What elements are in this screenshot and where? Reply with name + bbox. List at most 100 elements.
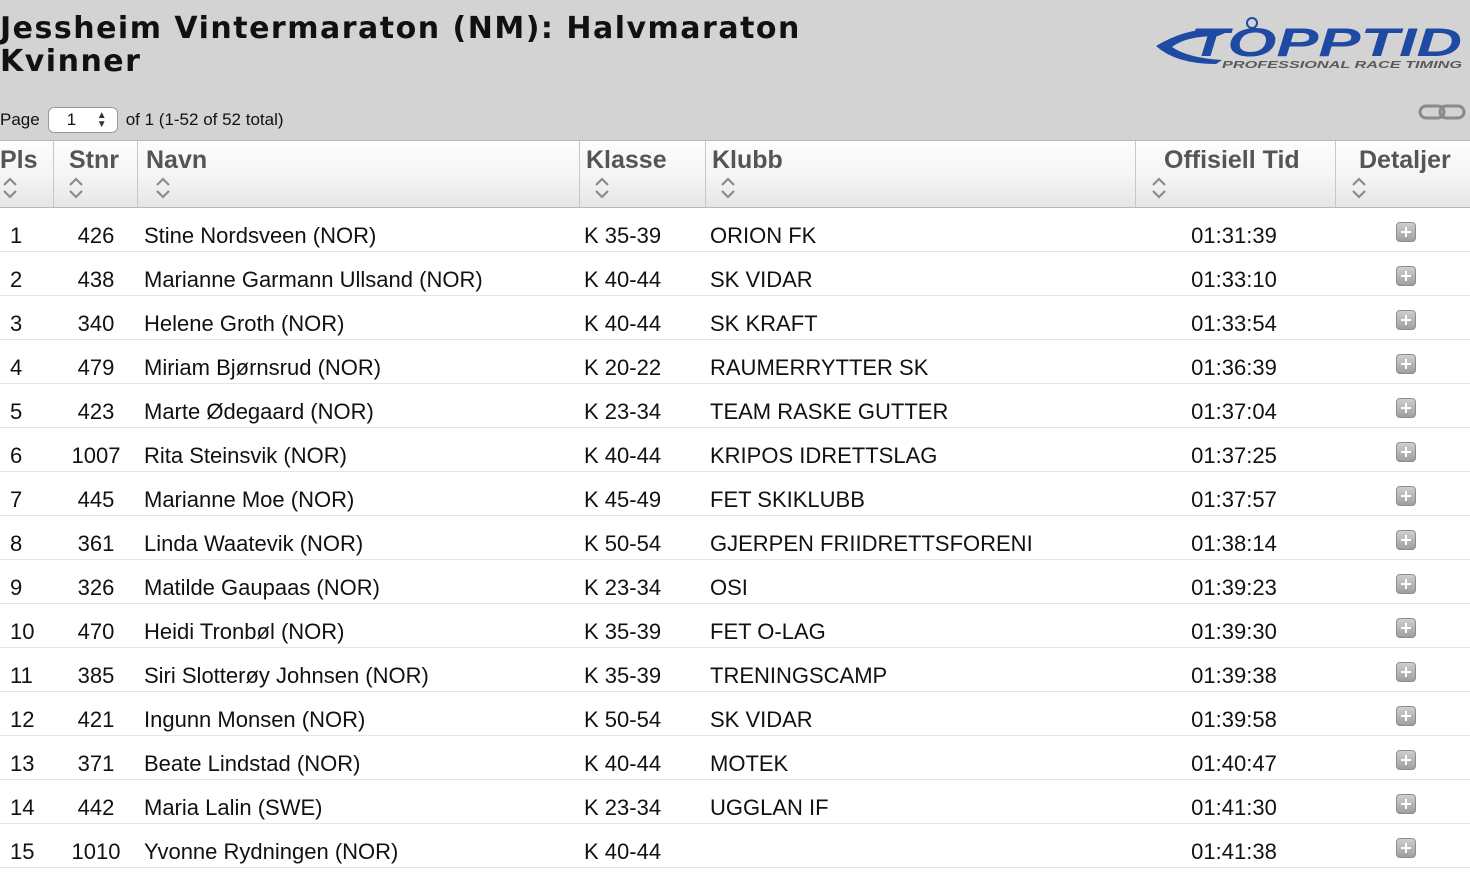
table-row: 2 438 Marianne Garmann Ullsand (NOR) K 40-4… — [0, 252, 1470, 296]
details-plus-icon[interactable] — [1396, 706, 1416, 726]
cell-runner-name: Marianne Garmann Ullsand (NOR) — [144, 267, 483, 292]
cell-place: 10 — [10, 619, 35, 644]
details-plus-icon[interactable] — [1396, 794, 1416, 814]
details-plus-icon[interactable] — [1396, 574, 1416, 594]
cell-class: K 40-44 — [584, 751, 662, 776]
table-row: 4 479 Miriam Bjørnsrud (NOR) K 20-22 RAUMERR… — [0, 340, 1470, 384]
column-label-pls: Pls — [0, 146, 38, 174]
cell-runner-name: Maria Lalin (SWE) — [144, 795, 323, 820]
cell-class: K 40-44 — [584, 267, 662, 292]
table-row: 14 442 Maria Lalin (SWE) K 23-34 UGGLAN IF 01… — [0, 780, 1470, 824]
details-plus-icon[interactable] — [1396, 530, 1416, 550]
column-header-detaljer[interactable]: Detaljer — [1336, 141, 1470, 207]
details-plus-icon[interactable] — [1396, 310, 1416, 330]
column-label-stnr: Stnr — [69, 146, 119, 174]
cell-start-number: 438 — [77, 267, 115, 292]
cell-start-number: 442 — [77, 795, 115, 820]
table-row: 3 340 Helene Groth (NOR) K 40-44 SK KRAFT 01:… — [0, 296, 1470, 340]
column-label-offisiell-tid: Offisiell Tid — [1164, 146, 1300, 174]
column-header-stnr[interactable]: Stnr — [54, 141, 138, 207]
cell-start-number: 385 — [77, 663, 115, 688]
cell-club: SK KRAFT — [710, 311, 818, 336]
cell-class: K 23-34 — [584, 399, 662, 424]
cell-class: K 35-39 — [584, 619, 662, 644]
cell-place: 11 — [10, 663, 33, 688]
cell-runner-name: Rita Steinsvik (NOR) — [144, 443, 347, 468]
cell-place: 7 — [10, 487, 23, 512]
cell-club: SK VIDAR — [710, 707, 813, 732]
cell-class: K 23-34 — [584, 795, 662, 820]
cell-official-time: 01:38:14 — [1191, 531, 1277, 556]
page-select[interactable]: 1 ▲ ▼ — [47, 107, 118, 133]
cell-official-time: 01:40:47 — [1191, 751, 1277, 776]
cell-runner-name: Matilde Gaupaas (NOR) — [144, 575, 380, 600]
cell-official-time: 01:31:39 — [1191, 223, 1277, 248]
cell-runner-name: Siri Slotterøy Johnsen (NOR) — [144, 663, 429, 688]
cell-start-number: 479 — [77, 355, 115, 380]
cell-start-number: 361 — [77, 531, 115, 556]
cell-class: K 35-39 — [584, 223, 662, 248]
cell-start-number: 423 — [77, 399, 115, 424]
sort-arrows-icon — [156, 177, 170, 199]
cell-runner-name: Ingunn Monsen (NOR) — [144, 707, 366, 732]
details-plus-icon[interactable] — [1396, 618, 1416, 638]
cell-official-time: 01:33:54 — [1191, 311, 1277, 336]
cell-club: ORION FK — [710, 223, 817, 248]
column-header-klasse[interactable]: Klasse — [580, 141, 706, 207]
details-plus-icon[interactable] — [1396, 486, 1416, 506]
details-plus-icon[interactable] — [1396, 354, 1416, 374]
cell-place: 2 — [10, 267, 23, 292]
sort-arrows-icon — [3, 177, 17, 199]
details-plus-icon[interactable] — [1396, 750, 1416, 770]
table-row: 7 445 Marianne Moe (NOR) K 45-49 FET SKIKLUB… — [0, 472, 1470, 516]
cell-official-time: 01:39:58 — [1191, 707, 1277, 732]
details-plus-icon[interactable] — [1396, 662, 1416, 682]
cell-official-time: 01:37:57 — [1191, 487, 1277, 512]
details-plus-icon[interactable] — [1396, 266, 1416, 286]
column-header-navn[interactable]: Navn — [138, 141, 580, 207]
cell-runner-name: Beate Lindstad (NOR) — [144, 751, 361, 776]
page-header: Jessheim Vintermaraton (NM): Halvmaraton… — [0, 0, 1470, 140]
cell-club: RAUMERRYTTER SK — [710, 355, 929, 380]
cell-club: GJERPEN FRIIDRETTSFORENI — [710, 531, 1033, 556]
table-header: Pls Stnr Navn Klasse Klubb Offisiell Tid… — [0, 140, 1470, 208]
cell-runner-name: Miriam Bjørnsrud (NOR) — [144, 355, 382, 380]
column-header-pls[interactable]: Pls — [0, 141, 54, 207]
cell-place: 14 — [10, 795, 35, 820]
cell-place: 13 — [10, 751, 35, 776]
sort-arrows-icon — [595, 177, 609, 199]
details-plus-icon[interactable] — [1396, 838, 1416, 858]
column-header-klubb[interactable]: Klubb — [706, 141, 1136, 207]
cell-official-time: 01:41:38 — [1191, 839, 1277, 864]
details-plus-icon[interactable] — [1396, 442, 1416, 462]
cell-class: K 23-34 — [584, 575, 662, 600]
table-row: 6 1007 Rita Steinsvik (NOR) K 40-44 KRIPOS I… — [0, 428, 1470, 472]
cell-official-time: 01:33:10 — [1191, 267, 1277, 292]
cell-start-number: 1007 — [71, 443, 121, 468]
details-plus-icon[interactable] — [1396, 398, 1416, 418]
table-row: 13 371 Beate Lindstad (NOR) K 40-44 MOTEK 01:… — [0, 736, 1470, 780]
column-header-offisiell-tid[interactable]: Offisiell Tid — [1136, 141, 1336, 207]
page-select-value: 1 — [66, 110, 77, 129]
cell-runner-name: Marianne Moe (NOR) — [144, 487, 355, 512]
sort-arrows-icon — [721, 177, 735, 199]
topptid-logo[interactable]: TOPPTID PROFESSIONAL RACE TIMING — [1152, 16, 1468, 72]
cell-place: 5 — [10, 399, 23, 424]
details-plus-icon[interactable] — [1396, 222, 1416, 242]
page-title: Jessheim Vintermaraton (NM): Halvmaraton… — [0, 12, 801, 78]
cell-club: FET O-LAG — [710, 619, 826, 644]
table-row: 11 385 Siri Slotterøy Johnsen (NOR) K 35-39… — [0, 648, 1470, 692]
cell-start-number: 340 — [77, 311, 115, 336]
cell-runner-name: Helene Groth (NOR) — [144, 311, 345, 336]
cell-start-number: 1010 — [71, 839, 121, 864]
link-icon[interactable] — [1418, 102, 1466, 122]
page-title-line1: Jessheim Vintermaraton (NM): Halvmaraton — [0, 11, 801, 46]
results-table-body: 1 426 Stine Nordsveen (NOR) K 35-39 ORION FK… — [0, 208, 1470, 868]
table-row: 8 361 Linda Waatevik (NOR) K 50-54 GJERPEN F… — [0, 516, 1470, 560]
page-title-line2: Kvinner — [0, 44, 142, 79]
cell-place: 8 — [10, 531, 23, 556]
cell-club: KRIPOS IDRETTSLAG — [710, 443, 938, 468]
cell-club: FET SKIKLUBB — [710, 487, 865, 512]
column-label-detaljer: Detaljer — [1359, 146, 1451, 174]
cell-runner-name: Stine Nordsveen (NOR) — [144, 223, 377, 248]
